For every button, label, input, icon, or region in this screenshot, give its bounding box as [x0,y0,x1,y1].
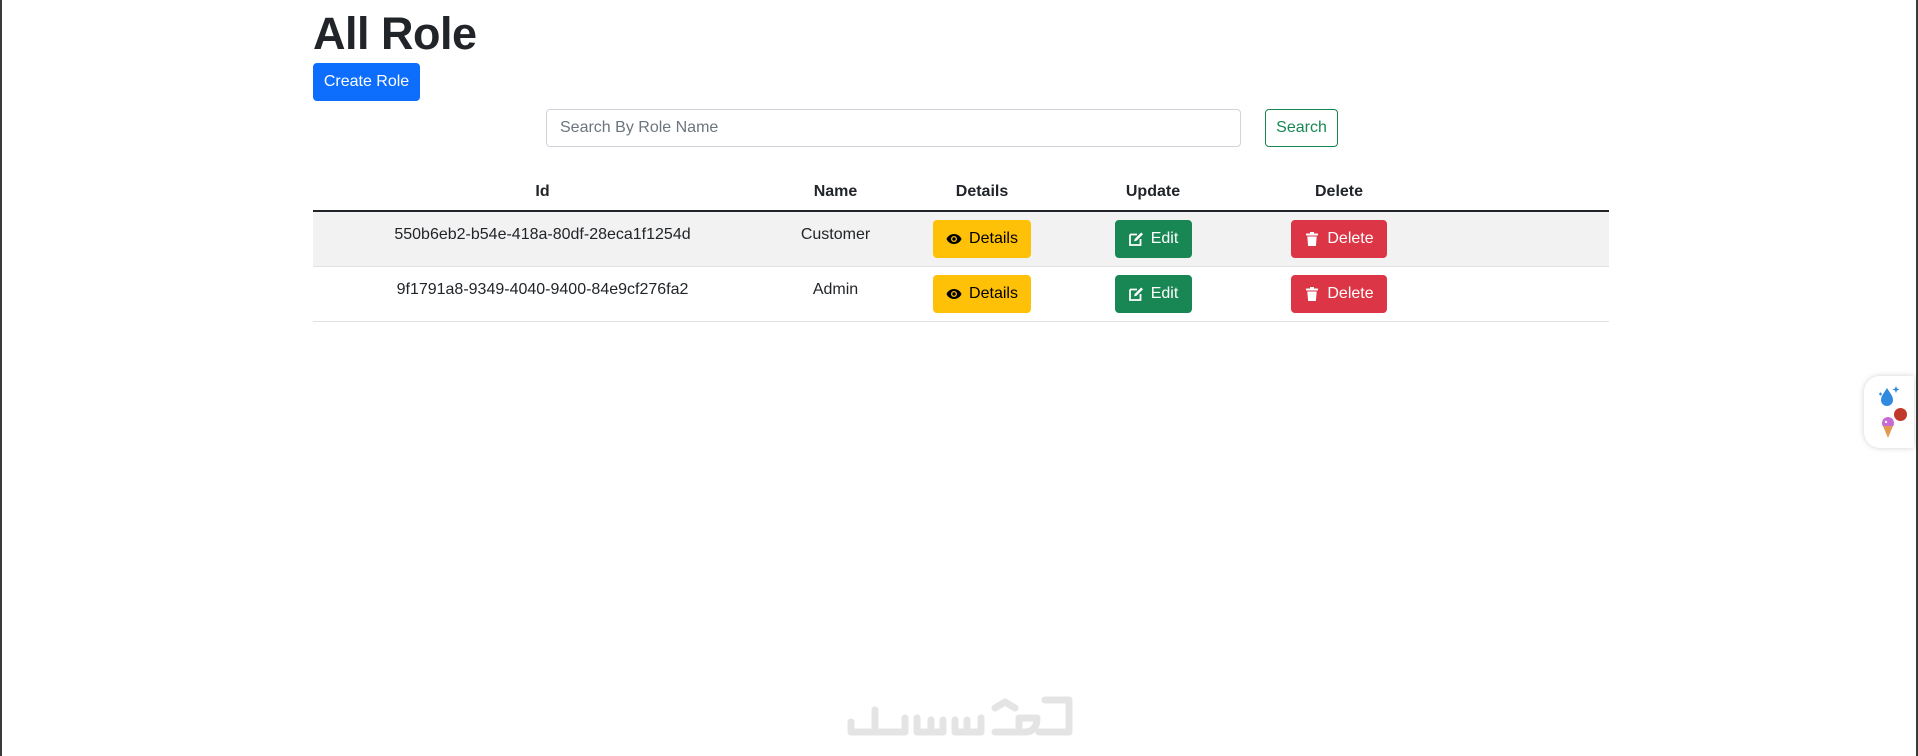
edit-button[interactable]: Edit [1114,275,1192,313]
edit-icon [1128,286,1144,302]
details-button-label: Details [969,285,1018,302]
role-name-cell: Customer [772,211,899,267]
create-role-button[interactable]: Create Role [313,63,420,101]
delete-button-label: Delete [1327,230,1374,247]
edit-icon [1128,231,1144,247]
column-header-spacer [1437,174,1609,212]
table-header-row: Id Name Details Update Delete [313,174,1609,212]
search-button[interactable]: Search [1265,109,1338,147]
edit-cell: Edit [1065,266,1241,322]
role-name-cell: Admin [772,266,899,322]
roles-table: Id Name Details Update Delete 550b6eb2-b… [313,174,1609,322]
spacer-cell [1437,211,1609,267]
eye-icon [946,286,962,302]
trash-icon [1304,286,1320,302]
water-drop-icon[interactable] [1876,382,1902,408]
role-id-cell: 550b6eb2-b54e-418a-80df-28eca1f1254d [313,211,772,267]
edit-button[interactable]: Edit [1114,220,1192,258]
details-button[interactable]: Details [933,220,1031,258]
table-row: 9f1791a8-9349-4040-9400-84e9cf276fa2 Adm… [313,266,1609,322]
column-header-update: Update [1065,174,1241,212]
column-header-delete: Delete [1241,174,1437,212]
edit-button-label: Edit [1150,285,1179,302]
role-id-cell: 9f1791a8-9349-4040-9400-84e9cf276fa2 [313,266,772,322]
search-input[interactable] [546,109,1241,147]
spacer-cell [1437,266,1609,322]
details-button-label: Details [969,230,1018,247]
notification-badge-icon [1894,408,1907,421]
watermark-logo-icon [845,690,1077,742]
details-cell: Details [899,266,1065,322]
delete-button-label: Delete [1327,285,1374,302]
column-header-details: Details [899,174,1065,212]
column-header-name: Name [772,174,899,212]
eye-icon [946,231,962,247]
trash-icon [1304,231,1320,247]
edit-cell: Edit [1065,211,1241,267]
floating-side-widget[interactable] [1864,376,1914,448]
delete-button[interactable]: Delete [1291,275,1387,313]
column-header-id: Id [313,174,772,212]
delete-cell: Delete [1241,211,1437,267]
page-title: All Role [313,8,477,59]
details-button[interactable]: Details [933,275,1031,313]
edit-button-label: Edit [1150,230,1179,247]
delete-button[interactable]: Delete [1291,220,1387,258]
details-cell: Details [899,211,1065,267]
table-row: 550b6eb2-b54e-418a-80df-28eca1f1254d Cus… [313,211,1609,267]
delete-cell: Delete [1241,266,1437,322]
